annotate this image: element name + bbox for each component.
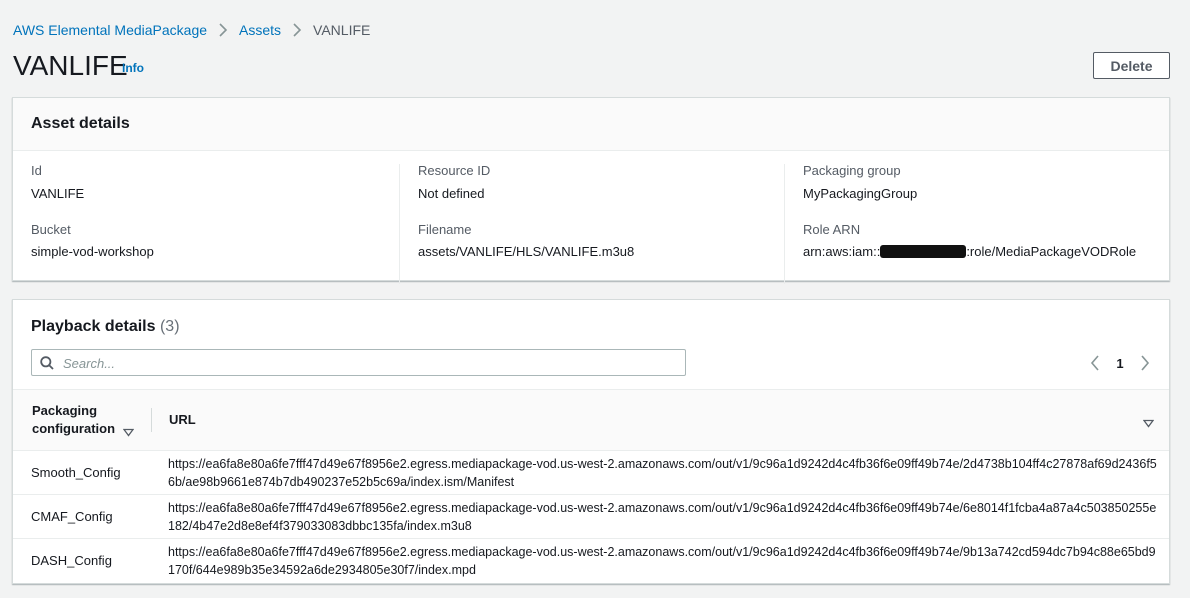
url-cell: https://ea6fa8e80a6fe7fff47d49e67f8956e2… — [168, 545, 1156, 577]
breadcrumb-current: VANLIFE — [313, 22, 371, 38]
search-box[interactable] — [31, 349, 686, 376]
search-icon — [40, 356, 54, 375]
asset-details-column-3: Packaging group MyPackagingGroup Role AR… — [784, 163, 1170, 284]
breadcrumb-mediapackage-link[interactable]: AWS Elemental MediaPackage — [13, 22, 207, 38]
playback-details-panel: Playback details (3) 1 Packaging configu… — [12, 299, 1170, 584]
delete-button[interactable]: Delete — [1093, 52, 1170, 79]
table-header: Packaging configuration URL — [13, 389, 1169, 451]
caret-down-icon[interactable] — [1142, 415, 1155, 433]
bucket-label: Bucket — [31, 222, 71, 237]
packaging-config-cell: Smooth_Config — [31, 465, 121, 480]
chevron-right-icon[interactable] — [1137, 355, 1153, 371]
bucket-value: simple-vod-workshop — [31, 244, 154, 259]
breadcrumb-assets-link[interactable]: Assets — [239, 22, 281, 38]
id-value: VANLIFE — [31, 186, 85, 201]
role-arn-label: Role ARN — [803, 222, 861, 237]
redacted-account-id — [880, 245, 967, 258]
url-cell: https://ea6fa8e80a6fe7fff47d49e67f8956e2… — [168, 457, 1157, 489]
asset-details-panel: Asset details Id VANLIFE Bucket simple-v… — [12, 97, 1170, 284]
resource-id-value: Not defined — [418, 186, 485, 201]
asset-details-header: Asset details — [13, 98, 1169, 151]
page-title: VANLIFE — [13, 50, 128, 81]
column-divider — [151, 408, 152, 432]
breadcrumb: AWS Elemental MediaPackage Assets VANLIF… — [13, 21, 370, 39]
filename-label: Filename — [418, 222, 472, 237]
chevron-left-icon[interactable] — [1087, 355, 1103, 371]
column-header-packaging-configuration[interactable]: Packaging configuration — [32, 402, 152, 438]
table-row: Smooth_Config https://ea6fa8e80a6fe7fff4… — [13, 451, 1169, 495]
column-header-url[interactable]: URL — [169, 412, 196, 427]
chevron-right-icon — [281, 23, 313, 37]
table-row: CMAF_Config https://ea6fa8e80a6fe7fff47d… — [13, 495, 1169, 539]
asset-details-title: Asset details — [31, 115, 130, 132]
playback-details-title: Playback details (3) — [31, 318, 180, 336]
search-input[interactable] — [61, 352, 675, 374]
packaging-group-label: Packaging group — [803, 163, 901, 178]
asset-details-column-2: Resource ID Not defined Filename assets/… — [399, 163, 785, 284]
pagination: 1 — [1087, 353, 1153, 373]
packaging-config-cell: DASH_Config — [31, 553, 112, 568]
role-arn-value: arn:aws:iam:::role/MediaPackageVODRole — [803, 244, 1136, 259]
info-link[interactable]: Info — [122, 61, 144, 75]
playback-title-text: Playback details — [31, 318, 156, 335]
role-arn-prefix: arn:aws:iam:: — [803, 244, 881, 259]
packaging-group-value: MyPackagingGroup — [803, 186, 918, 201]
id-label: Id — [31, 163, 42, 178]
resource-id-label: Resource ID — [418, 163, 491, 178]
playback-count: (3) — [159, 318, 180, 335]
caret-down-icon[interactable] — [122, 424, 135, 442]
packaging-config-cell: CMAF_Config — [31, 509, 113, 524]
filename-value: assets/VANLIFE/HLS/VANLIFE.m3u8 — [418, 244, 635, 259]
chevron-right-icon — [207, 23, 239, 37]
role-arn-suffix: :role/MediaPackageVODRole — [966, 244, 1137, 259]
table-row: DASH_Config https://ea6fa8e80a6fe7fff47d… — [13, 539, 1169, 583]
page-number[interactable]: 1 — [1103, 356, 1137, 371]
url-cell: https://ea6fa8e80a6fe7fff47d49e67f8956e2… — [168, 501, 1157, 533]
